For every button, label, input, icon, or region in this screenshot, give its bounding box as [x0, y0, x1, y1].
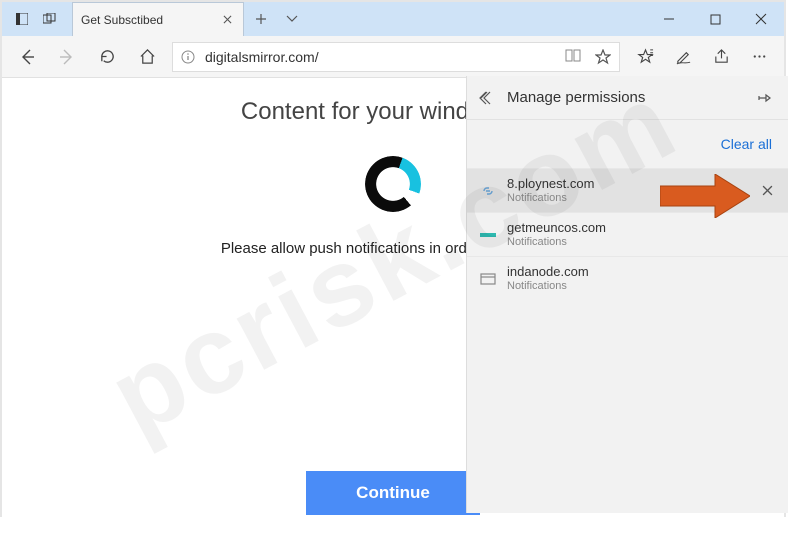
permission-sub: Notifications	[507, 280, 589, 292]
tab-dropdown-icon[interactable]	[278, 15, 306, 23]
permission-item[interactable]: indanode.com Notifications	[467, 256, 788, 300]
minimize-button[interactable]	[646, 2, 692, 36]
continue-button[interactable]: Continue	[306, 471, 480, 515]
settings-more-icon[interactable]	[740, 36, 778, 78]
address-bar[interactable]: digitalsmirror.com/	[172, 42, 620, 72]
browser-tab[interactable]: Get Subsctibed	[72, 2, 244, 36]
titlebar: Get Subsctibed	[2, 2, 784, 36]
close-tab-icon[interactable]	[219, 12, 235, 28]
permission-item[interactable]: 8.ploynest.com Notifications	[467, 168, 788, 212]
site-bar-icon	[479, 226, 497, 244]
url-text: digitalsmirror.com/	[205, 49, 565, 65]
panel-title: Manage permissions	[507, 89, 752, 106]
set-aside-tabs-icon[interactable]	[36, 2, 64, 36]
favorite-star-icon[interactable]	[595, 49, 611, 65]
site-window-icon	[479, 270, 497, 288]
permission-domain: 8.ploynest.com	[507, 177, 594, 191]
forward-button[interactable]	[48, 36, 86, 78]
site-chain-icon	[479, 182, 497, 200]
pin-icon[interactable]	[752, 90, 776, 106]
maximize-button[interactable]	[692, 2, 738, 36]
permission-sub: Notifications	[507, 192, 594, 204]
refresh-button[interactable]	[88, 36, 126, 78]
notes-icon[interactable]	[664, 36, 702, 78]
permission-sub: Notifications	[507, 236, 606, 248]
permission-domain: getmeuncos.com	[507, 221, 606, 235]
sidebar-toggle-icon[interactable]	[8, 2, 36, 36]
close-window-button[interactable]	[738, 2, 784, 36]
share-icon[interactable]	[702, 36, 740, 78]
new-tab-button[interactable]	[244, 13, 278, 25]
remove-permission-icon[interactable]	[758, 182, 776, 200]
panel-back-icon[interactable]	[479, 91, 501, 105]
reading-view-icon[interactable]	[565, 49, 581, 65]
navbar: digitalsmirror.com/	[2, 36, 784, 78]
home-button[interactable]	[128, 36, 166, 78]
favorites-hub-icon[interactable]	[626, 36, 664, 78]
permission-item[interactable]: getmeuncos.com Notifications	[467, 212, 788, 256]
tab-title: Get Subsctibed	[81, 13, 219, 27]
permissions-panel: Manage permissions Clear all 8.ploynest.…	[466, 76, 788, 513]
loading-spinner-icon	[365, 156, 421, 212]
permission-domain: indanode.com	[507, 265, 589, 279]
clear-all-link[interactable]: Clear all	[721, 136, 772, 152]
panel-header: Manage permissions	[467, 76, 788, 120]
site-info-icon[interactable]	[181, 50, 197, 64]
back-button[interactable]	[8, 36, 46, 78]
